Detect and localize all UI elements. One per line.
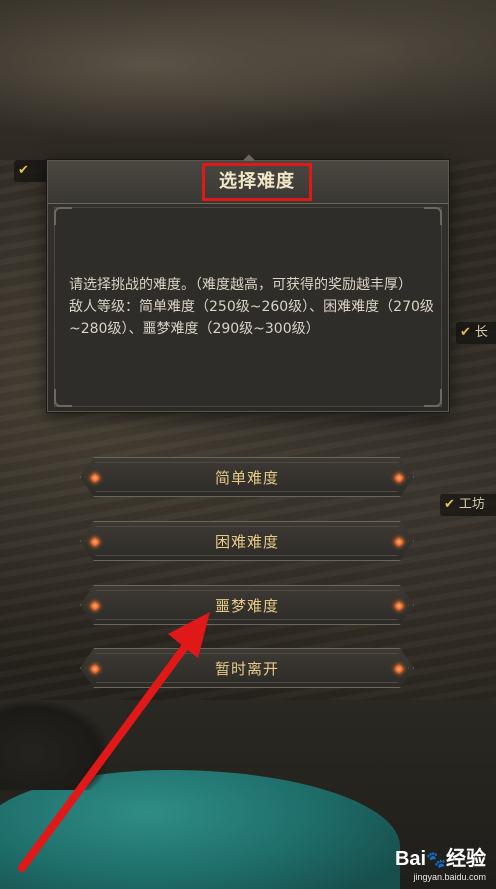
cliff-scenery — [0, 0, 496, 160]
corner-ornament-icon — [54, 207, 72, 225]
map-tag-left: ✔ — [14, 160, 48, 182]
watermark-brand: Bai🐾经验 — [395, 848, 486, 872]
description-line: 敌人等级：简单难度（250级~260级）、困难难度（270级~280级）、噩梦难… — [69, 299, 434, 337]
button-label: 简单难度 — [214, 469, 279, 487]
paw-icon: 🐾 — [426, 852, 446, 869]
difficulty-dialog: 选择难度 请选择挑战的难度。（难度越高，可获得的奖励越丰厚） 敌人等级：简单难度… — [47, 154, 449, 412]
watermark-brand-text: Bai — [394, 848, 427, 870]
button-label: 困难难度 — [214, 533, 279, 551]
map-tag-right-bottom[interactable]: ✔ 工坊 — [440, 494, 496, 516]
easy-difficulty-button[interactable]: 简单难度 — [80, 457, 414, 497]
leave-button[interactable]: 暂时离开 — [80, 648, 414, 688]
check-icon: ✔ — [444, 497, 455, 512]
map-tag-label: 工坊 — [458, 497, 485, 512]
description-line: 请选择挑战的难度。（难度越高，可获得的奖励越丰厚） — [69, 277, 412, 293]
dialog-title: 选择难度 — [202, 163, 312, 201]
check-icon: ✔ — [460, 325, 471, 340]
dialog-description: 请选择挑战的难度。（难度越高，可获得的奖励越丰厚） 敌人等级：简单难度（250级… — [69, 274, 439, 340]
check-icon: ✔ — [18, 163, 29, 178]
dialog-body: 请选择挑战的难度。（难度越高，可获得的奖励越丰厚） 敌人等级：简单难度（250级… — [54, 207, 442, 407]
button-label: 噩梦难度 — [214, 597, 279, 615]
baidu-watermark: Bai🐾经验 jingyan.baidu.com — [395, 848, 486, 883]
dialog-header: 选择难度 — [48, 161, 448, 204]
nightmare-difficulty-button[interactable]: 噩梦难度 — [80, 585, 414, 625]
tree-silhouette — [0, 700, 110, 790]
corner-ornament-icon — [424, 207, 442, 225]
corner-ornament-icon — [54, 389, 72, 407]
watermark-brand-suffix: 经验 — [446, 848, 486, 870]
hard-difficulty-button[interactable]: 困难难度 — [80, 521, 414, 561]
button-label: 暂时离开 — [214, 660, 279, 678]
corner-ornament-icon — [424, 389, 442, 407]
game-background: ✔ ✔ 长 ✔ 工坊 — [0, 0, 496, 889]
watermark-url: jingyan.baidu.com — [413, 872, 486, 882]
map-tag-right-top[interactable]: ✔ 长 — [456, 322, 496, 344]
map-tag-label: 长 — [474, 325, 488, 340]
